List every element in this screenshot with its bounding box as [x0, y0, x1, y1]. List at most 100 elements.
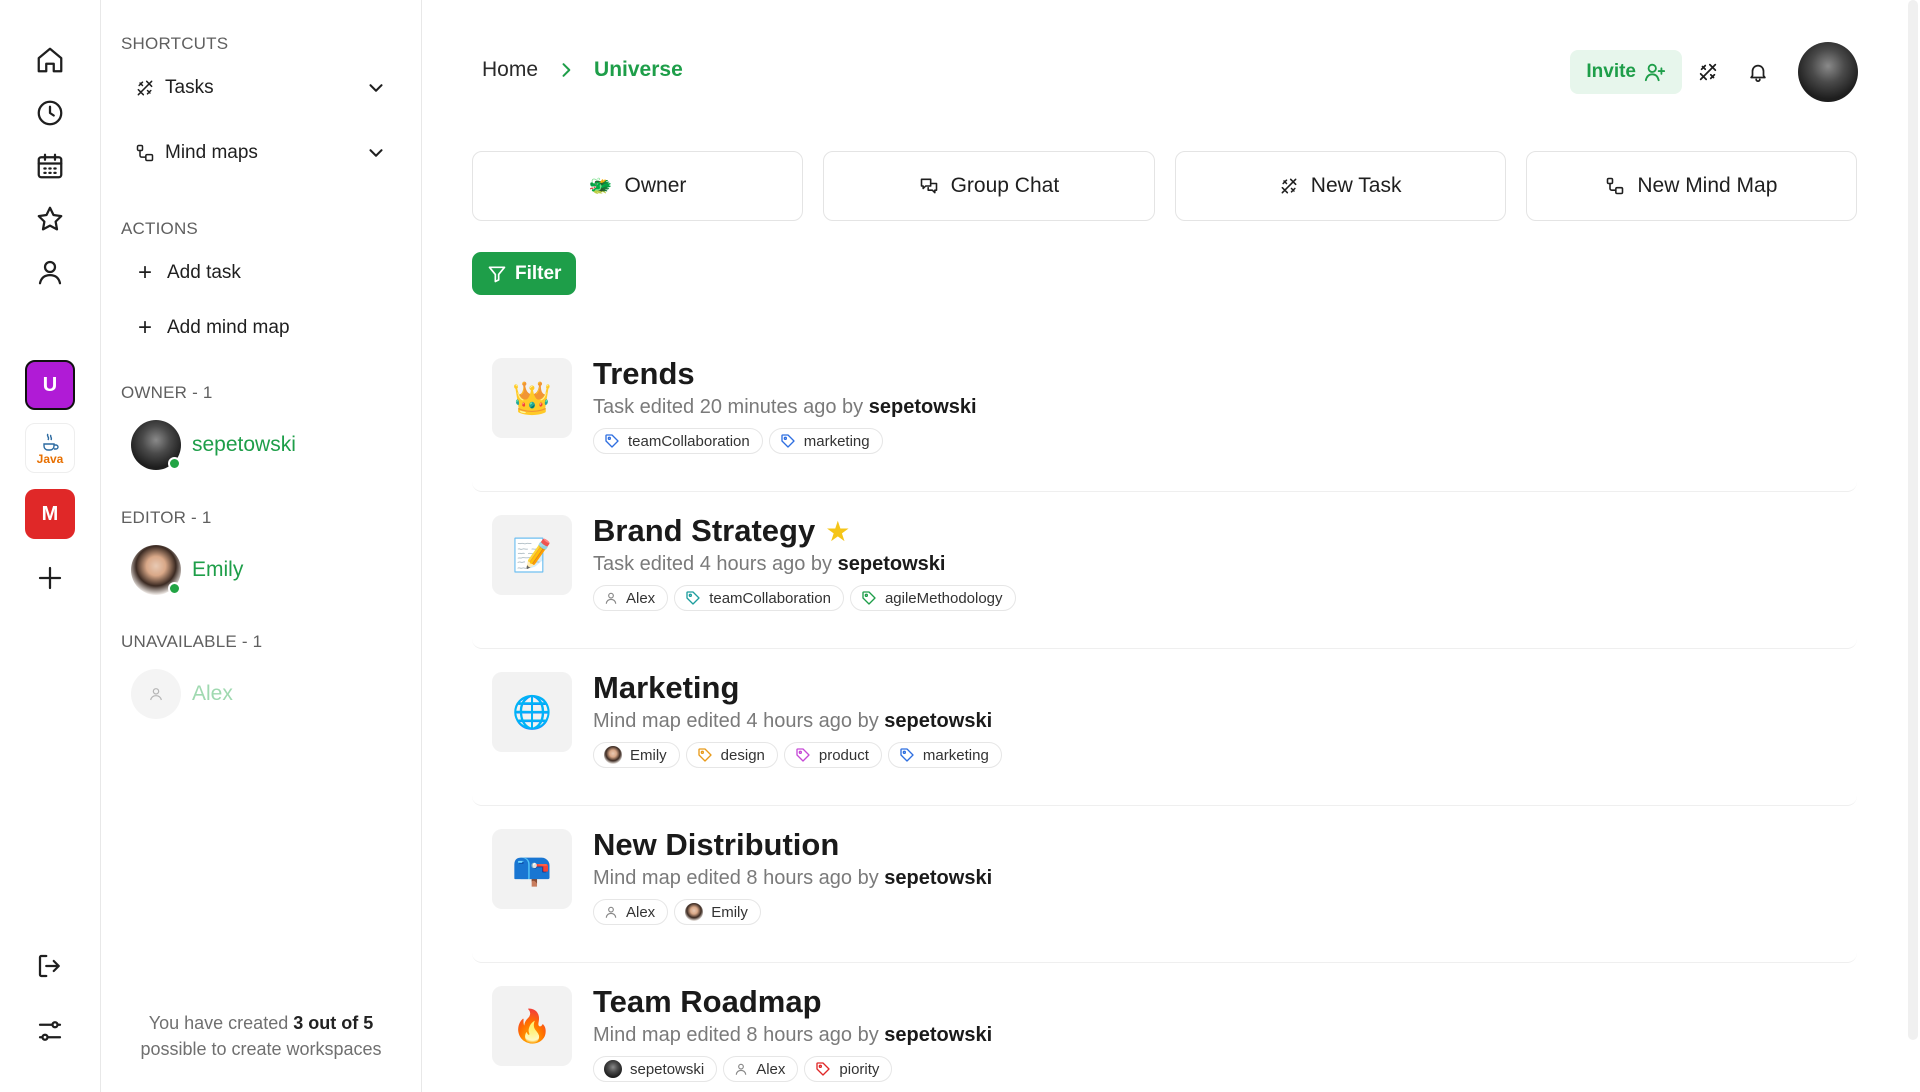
avatar	[604, 746, 622, 764]
card-emoji-icon: 📪	[492, 829, 572, 909]
assignee-chip[interactable]: Alex	[593, 899, 669, 925]
owner-emoji-icon: 🐲	[588, 176, 613, 197]
shortcut-mind-maps[interactable]: Mind maps	[135, 135, 387, 171]
invite-button[interactable]: Invite	[1570, 50, 1682, 94]
avatar	[685, 903, 704, 921]
workspace-m-letter: M	[41, 502, 59, 525]
tasks-icon	[137, 80, 153, 96]
workspace-u-button[interactable]: U	[25, 360, 75, 410]
avatar	[131, 669, 181, 719]
card-tags: sepetowski Alex piority	[593, 1056, 893, 1082]
add-mind-map-action[interactable]: + Add mind map	[135, 310, 290, 346]
activity-card[interactable]: 📝 Brand Strategy ★ Task edited 4 hours ago …	[472, 497, 1857, 649]
workspace-quota-text: You have created 3 out of 5 possible to …	[101, 1010, 421, 1062]
user-avatar[interactable]	[1798, 42, 1858, 102]
add-workspace-icon[interactable]	[25, 553, 75, 603]
assignee-chip[interactable]: Emily	[593, 742, 680, 768]
tag-icon	[781, 434, 795, 448]
filter-label: Filter	[515, 262, 562, 284]
owner-label: Owner	[624, 174, 687, 197]
notifications-button[interactable]	[1734, 50, 1782, 94]
chevron-down-icon[interactable]	[365, 142, 387, 164]
user-placeholder-icon	[150, 688, 162, 701]
scrollbar[interactable]	[1908, 0, 1918, 1040]
breadcrumb-home[interactable]: Home	[482, 58, 538, 82]
calendar-icon[interactable]	[25, 141, 75, 191]
quick-actions: 🐲 Owner Group Chat New Task New Mind Map	[472, 151, 1857, 221]
tag-chip[interactable]: agileMethodology	[849, 585, 1016, 611]
assignee-chip[interactable]: Alex	[723, 1056, 799, 1082]
icon-rail: U Java M	[0, 0, 101, 1092]
member-name: Alex	[192, 682, 233, 705]
clock-icon[interactable]	[25, 88, 75, 138]
member-unavailable[interactable]: Alex	[131, 669, 233, 719]
tag-chip[interactable]: product	[783, 742, 882, 768]
activity-card[interactable]: 👑 Trends Task edited 20 minutes ago by sep…	[472, 340, 1857, 492]
logout-icon[interactable]	[25, 941, 75, 991]
new-mind-map-button[interactable]: New Mind Map	[1525, 151, 1857, 221]
home-icon[interactable]	[25, 35, 75, 85]
workspace-u-letter: U	[42, 373, 58, 396]
assignee-chip[interactable]: sepetowski	[593, 1056, 718, 1082]
card-title-text: Marketing	[593, 670, 740, 705]
card-meta: Mind map edited 8 hours ago by sepetowsk…	[593, 1024, 992, 1047]
tasks-shortcut-button[interactable]	[1684, 50, 1732, 94]
workspace-m-button[interactable]: M	[25, 489, 75, 539]
tag-icon	[816, 1062, 831, 1076]
workspace-java-button[interactable]: Java	[25, 423, 75, 473]
card-meta-text: Mind map edited 4 hours ago by	[593, 710, 885, 732]
assignee-chip[interactable]: Alex	[593, 585, 669, 611]
group-chat-button[interactable]: Group Chat	[823, 151, 1155, 221]
quota-suffix: possible to create workspaces	[140, 1039, 382, 1059]
card-meta-text: Mind map edited 8 hours ago by	[593, 1024, 885, 1046]
plus-icon: +	[137, 259, 152, 286]
card-emoji-icon: 📝	[492, 515, 572, 595]
card-title: New Distribution	[593, 827, 839, 863]
activity-card[interactable]: 🔥 Team Roadmap Mind map edited 8 hours ago…	[472, 968, 1857, 1092]
tasks-icon	[1281, 178, 1297, 194]
tag-icon	[796, 748, 810, 762]
avatar	[604, 1060, 622, 1078]
add-task-action[interactable]: + Add task	[135, 255, 241, 291]
owner-button[interactable]: 🐲 Owner	[472, 151, 804, 221]
card-title: Trends	[593, 356, 695, 392]
member-editor[interactable]: Emily	[131, 545, 243, 595]
group-chat-label: Group Chat	[950, 174, 1060, 197]
filter-button[interactable]: Filter	[472, 252, 577, 295]
chevron-down-icon[interactable]	[365, 77, 387, 99]
tag-chip[interactable]: piority	[804, 1056, 893, 1082]
chip-label: teamCollaboration	[628, 432, 750, 450]
actions-title: ACTIONS	[121, 219, 198, 238]
tag-icon	[900, 748, 914, 762]
card-tags: teamCollaboration marketing	[593, 428, 883, 454]
avatar	[131, 545, 181, 595]
tag-chip[interactable]: teamCollaboration	[593, 428, 763, 454]
card-author: sepetowski	[884, 1024, 993, 1046]
shortcut-mind-maps-label: Mind maps	[165, 142, 258, 163]
bell-icon	[1750, 64, 1766, 83]
tag-chip[interactable]: marketing	[768, 428, 883, 454]
user-placeholder-icon	[605, 592, 617, 604]
chip-label: agileMethodology	[884, 589, 1003, 607]
settings-sliders-icon[interactable]	[25, 1006, 75, 1056]
star-icon[interactable]: ★	[825, 515, 850, 548]
tag-chip[interactable]: marketing	[887, 742, 1002, 768]
card-title: Brand Strategy ★	[593, 513, 850, 549]
shortcut-tasks[interactable]: Tasks	[135, 70, 387, 106]
tag-chip[interactable]: teamCollaboration	[674, 585, 844, 611]
star-icon[interactable]	[25, 194, 75, 244]
member-owner[interactable]: sepetowski	[131, 420, 296, 470]
new-task-button[interactable]: New Task	[1174, 151, 1506, 221]
owner-title: OWNER - 1	[121, 383, 213, 402]
tag-chip[interactable]: design	[685, 742, 778, 768]
card-author: sepetowski	[868, 396, 977, 418]
activity-card[interactable]: 🌐 Marketing Mind map edited 4 hours ago by…	[472, 654, 1857, 806]
invite-label: Invite	[1586, 61, 1636, 82]
activity-card[interactable]: 📪 New Distribution Mind map edited 8 hours…	[472, 811, 1857, 963]
chip-label: Emily	[711, 903, 748, 921]
assignee-chip[interactable]: Emily	[674, 899, 761, 925]
user-plus-icon	[1644, 63, 1666, 82]
user-icon[interactable]	[25, 247, 75, 297]
quota-count: 3 out of 5	[293, 1013, 374, 1033]
chip-label: marketing	[803, 432, 870, 450]
